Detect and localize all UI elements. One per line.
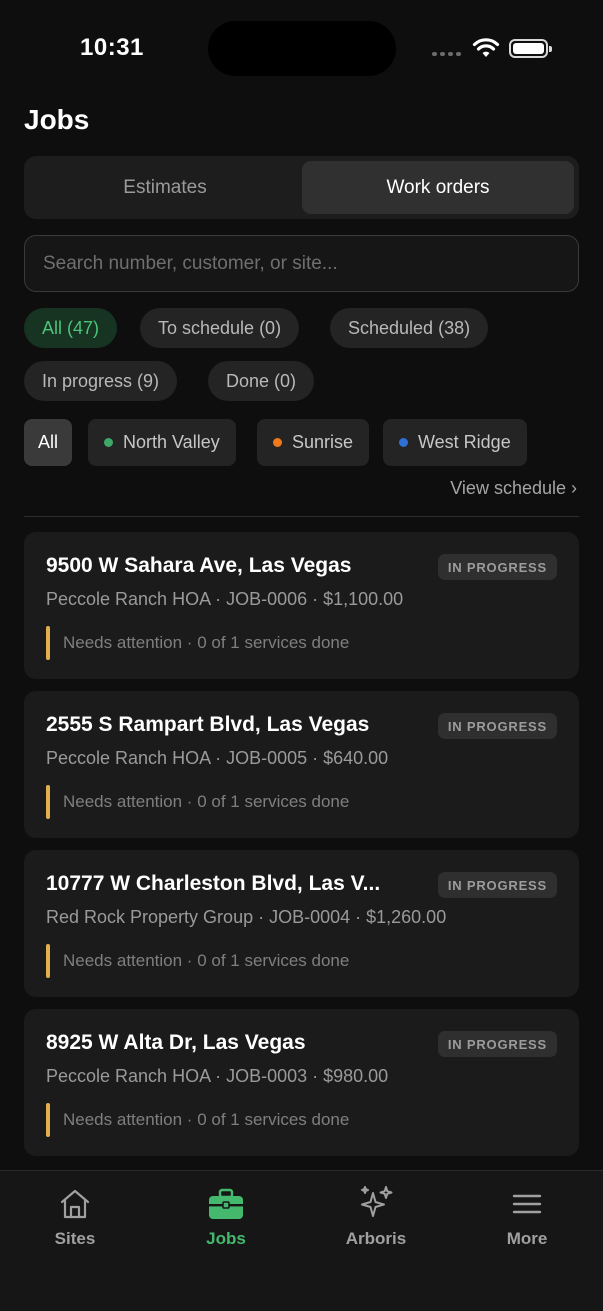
job-note-text: Needs attention · 0 of 1 services done	[63, 951, 350, 970]
status-time: 10:31	[80, 34, 144, 61]
north-valley-dot-icon	[104, 438, 113, 447]
job-note: Needs attention · 0 of 1 services done	[46, 1103, 349, 1137]
battery-icon	[509, 39, 552, 58]
segment-estimates[interactable]: Estimates	[29, 161, 301, 214]
filter-chip-to-schedule[interactable]: To schedule (0)	[140, 308, 300, 348]
job-card[interactable]: 9500 W Sahara Ave, Las Vegas IN PROGRESS…	[24, 532, 579, 679]
job-address: 10777 W Charleston Blvd, Las V...	[46, 872, 381, 895]
filter-chip-in-progress[interactable]: In progress (9)	[24, 361, 178, 401]
job-note: Needs attention · 0 of 1 services done	[46, 626, 349, 660]
jobs-segmented-control: Estimates Work orders	[24, 156, 579, 219]
sparkles-icon	[357, 1185, 395, 1223]
search-field	[24, 235, 579, 292]
tab-arboris[interactable]: Arboris	[316, 1185, 436, 1249]
sunrise-dot-icon	[273, 438, 282, 447]
job-card[interactable]: 10777 W Charleston Blvd, Las V... IN PRO…	[24, 850, 579, 997]
job-card[interactable]: 8925 W Alta Dr, Las Vegas IN PROGRESS Pe…	[24, 1009, 579, 1156]
job-details: Peccole Ranch HOA · JOB-0005 · $640.00	[46, 748, 389, 768]
area-filter-west-ridge[interactable]: West Ridge	[383, 419, 527, 466]
job-details: Peccole Ranch HOA · JOB-0003 · $980.00	[46, 1066, 389, 1086]
tab-label: Sites	[54, 1229, 96, 1248]
tab-label: Jobs	[206, 1229, 246, 1248]
area-filter-sunrise[interactable]: Sunrise	[257, 419, 370, 466]
dynamic-island	[208, 21, 396, 76]
tab-more[interactable]: More	[467, 1185, 587, 1249]
job-address: 2555 S Rampart Blvd, Las Vegas	[46, 713, 370, 736]
attention-indicator	[46, 626, 50, 660]
segment-work-orders[interactable]: Work orders	[302, 161, 574, 214]
area-filter-label: All	[38, 432, 59, 452]
area-filter-north-valley[interactable]: North Valley	[88, 419, 236, 466]
search-input[interactable]	[25, 236, 578, 291]
area-filter-all[interactable]: All	[24, 419, 73, 466]
job-note-text: Needs attention · 0 of 1 services done	[63, 792, 350, 811]
job-note: Needs attention · 0 of 1 services done	[46, 944, 349, 978]
tab-jobs[interactable]: Jobs	[166, 1185, 286, 1249]
status-badge: IN PROGRESS	[437, 872, 557, 898]
filter-chip-all[interactable]: All (47)	[24, 308, 118, 348]
job-note: Needs attention · 0 of 1 services done	[46, 785, 349, 819]
status-badge: IN PROGRESS	[437, 1031, 557, 1057]
cellular-signal-icon	[432, 52, 461, 56]
job-address: 8925 W Alta Dr, Las Vegas	[46, 1031, 306, 1054]
area-filter-label: Sunrise	[292, 432, 354, 452]
page-title: Jobs	[24, 104, 90, 135]
tab-bar: Sites Jobs Arboris More	[0, 1170, 603, 1311]
attention-indicator	[46, 785, 50, 819]
menu-icon	[512, 1185, 542, 1223]
tab-label: Arboris	[345, 1229, 407, 1248]
filter-chip-scheduled[interactable]: Scheduled (38)	[330, 308, 489, 348]
west-ridge-dot-icon	[399, 438, 408, 447]
tab-label: More	[506, 1229, 548, 1248]
job-note-text: Needs attention · 0 of 1 services done	[63, 633, 350, 652]
area-filter-label: North Valley	[123, 432, 220, 452]
home-icon	[58, 1185, 92, 1223]
briefcase-icon	[208, 1185, 244, 1223]
status-badge: IN PROGRESS	[437, 554, 557, 580]
divider	[24, 516, 579, 517]
attention-indicator	[46, 1103, 50, 1137]
tab-sites[interactable]: Sites	[15, 1185, 135, 1249]
filter-chip-done[interactable]: Done (0)	[208, 361, 315, 401]
job-address: 9500 W Sahara Ave, Las Vegas	[46, 554, 352, 577]
job-note-text: Needs attention · 0 of 1 services done	[63, 1110, 350, 1129]
job-details: Peccole Ranch HOA · JOB-0006 · $1,100.00	[46, 589, 404, 609]
area-filter-label: West Ridge	[418, 432, 511, 452]
view-schedule-link[interactable]: View schedule ›	[450, 478, 577, 499]
job-details: Red Rock Property Group · JOB-0004 · $1,…	[46, 907, 447, 927]
status-bar: 10:31	[0, 0, 603, 96]
attention-indicator	[46, 944, 50, 978]
job-card[interactable]: 2555 S Rampart Blvd, Las Vegas IN PROGRE…	[24, 691, 579, 838]
wifi-icon	[472, 37, 500, 64]
status-badge: IN PROGRESS	[437, 713, 557, 739]
